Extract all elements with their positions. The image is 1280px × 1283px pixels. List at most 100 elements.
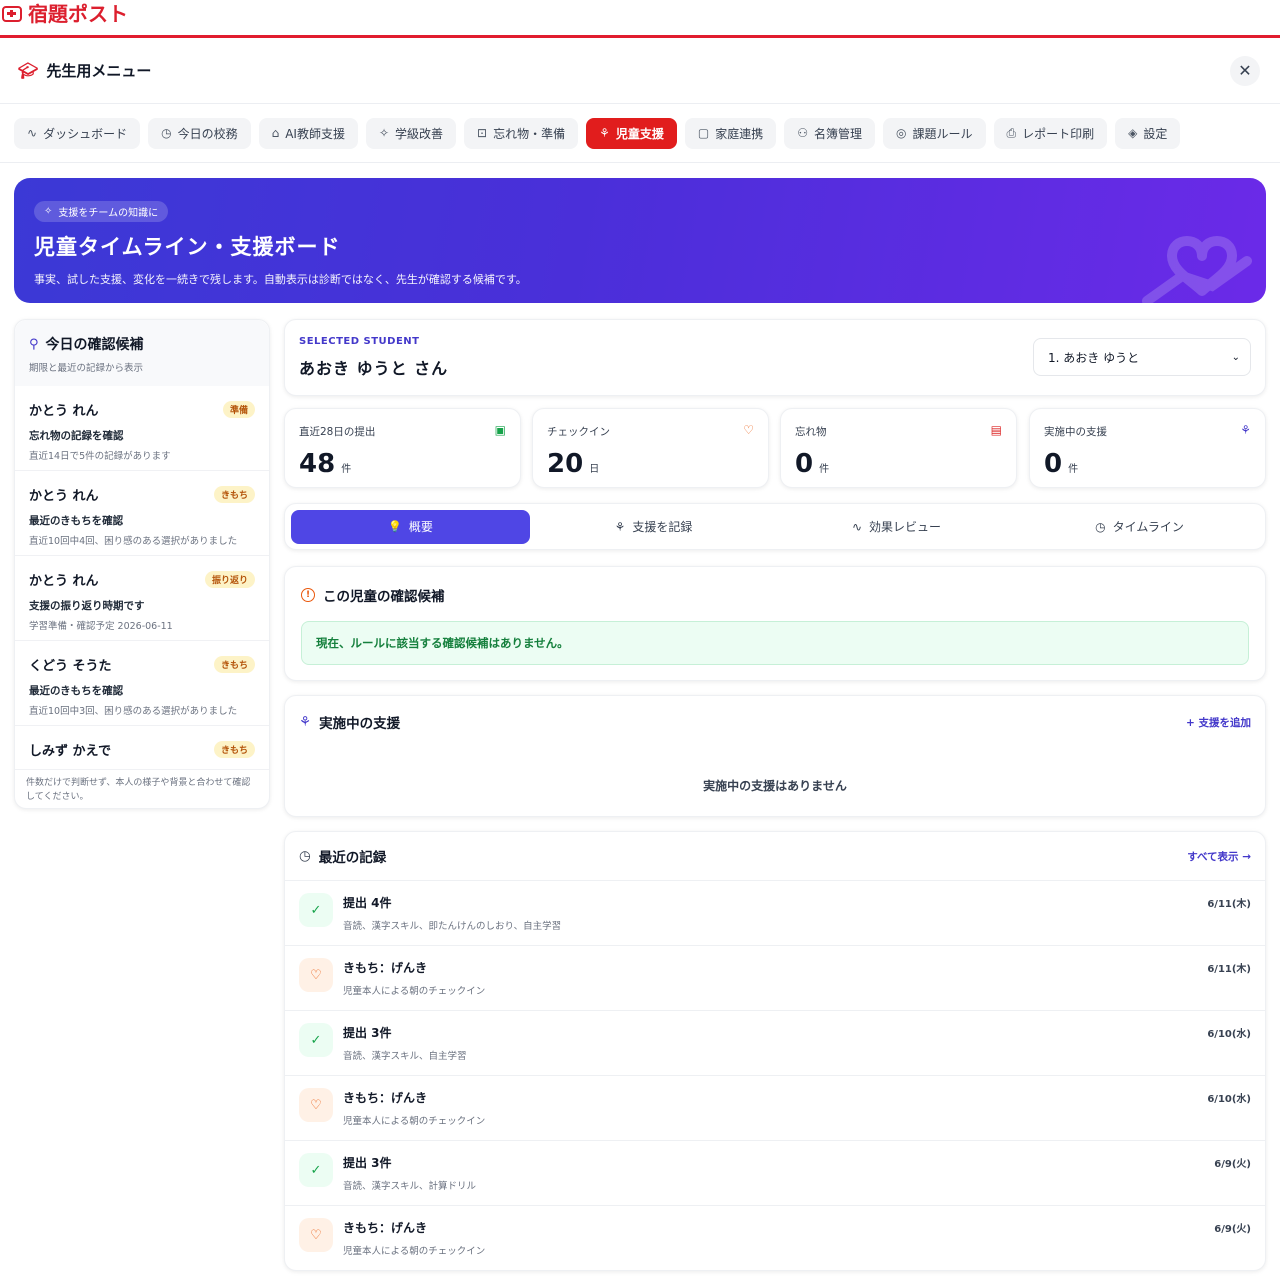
heart-hand-icon [1142, 236, 1252, 303]
stat-unit: 日 [589, 464, 600, 475]
stat-unit: 件 [819, 464, 830, 475]
candidate-tag: 振り返り [204, 571, 255, 588]
record-date: 6/10(水) [1207, 1029, 1251, 1040]
student-check-card: ! この児童の確認候補 現在、ルールに該当する確認候補はありません。 [284, 566, 1266, 681]
candidate-item[interactable]: かとう れん きもち 最近のきもちを確認 直近10回中4回、困り感のある選択があり… [15, 471, 269, 556]
tab-label: 支援を記録 [632, 520, 693, 534]
graduation-cap-icon: 🎓︎ [18, 61, 39, 80]
candidate-detail: 直近10回中4回、困り感のある選択がありました [29, 536, 238, 547]
stat-card-forgotten: 忘れ物 ▤ 0件 [780, 408, 1017, 488]
student-tabs: 💡 概要 ⚘ 支援を記録 ∿ 効果レビュー ◷ タイムライン [284, 503, 1266, 550]
record-row[interactable]: ✓ 提出 3件 音読、漢字スキル、自主学習 6/10(水) [285, 1010, 1265, 1075]
selected-student-card: SELECTED STUDENT あおき ゆうと さん 1. あおき ゆうと ⌄ [284, 319, 1266, 396]
tab-effect-review[interactable]: ∿ 効果レビュー [777, 510, 1016, 544]
record-title: 提出 3件 [343, 1026, 392, 1040]
printer-icon: ⎙ [1006, 125, 1017, 140]
record-date: 6/10(水) [1207, 1094, 1251, 1105]
menu-title-text: 先生用メニュー [46, 62, 152, 80]
record-date: 6/11(木) [1207, 964, 1251, 975]
nav-tab-report-print[interactable]: ⎙ レポート印刷 [993, 117, 1108, 149]
handshake-icon: ⚘ [1240, 423, 1251, 437]
nav-tab-label: AI教師支援 [285, 126, 345, 141]
menu-title: 🎓︎ 先生用メニュー [18, 60, 151, 81]
stat-label: 実施中の支援 [1044, 426, 1107, 438]
recent-records-title: ◷ 最近の記録 [299, 846, 386, 866]
active-support-card: ⚘ 実施中の支援 + 支援を追加 実施中の支援はありません [284, 695, 1266, 817]
nav-tab-label: 名簿管理 [814, 126, 863, 141]
record-row[interactable]: ✓ 提出 4件 音読、漢字スキル、即たんけんのしおり、自主学習 6/11(木) [285, 880, 1265, 945]
candidates-header: ⚲ 今日の確認候補 期限と最近の記録から表示 [15, 320, 269, 386]
add-support-link[interactable]: + 支援を追加 [1186, 715, 1251, 730]
handshake-icon: ⚘ [299, 714, 312, 730]
history-icon: ◷ [299, 848, 311, 864]
shield-icon: ◈ [1128, 126, 1138, 140]
backpack-icon: ⊡ [477, 126, 488, 140]
nav-tab-label: 今日の校務 [177, 126, 238, 141]
record-date: 6/9(火) [1214, 1159, 1251, 1170]
hero-badge-text: 支援をチームの知識に [58, 208, 159, 219]
record-row[interactable]: ♡ きもち：げんき 児童本人による朝のチェックイン 6/10(水) [285, 1075, 1265, 1140]
record-detail: 児童本人による朝のチェックイン [343, 986, 486, 997]
candidate-item[interactable]: かとう れん 準備 忘れ物の記録を確認 直近14日で5件の記録があります [15, 386, 269, 471]
record-title: きもち：げんき [343, 1221, 428, 1235]
record-title: 提出 3件 [343, 1156, 392, 1170]
candidate-item[interactable]: しみず かえで きもち [15, 726, 269, 770]
nav-tab-dashboard[interactable]: ∿ ダッシュボード [14, 117, 141, 149]
candidate-name: しみず かえで [29, 744, 112, 759]
stat-card-checkin: チェックイン ♡ 20 日 [532, 408, 769, 488]
candidate-reason: 最近のきもちを確認 [29, 515, 124, 527]
nav-tab-today-tasks[interactable]: ◷ 今日の校務 [148, 117, 251, 149]
users-icon: ⚇ [797, 126, 809, 140]
nav-tab-forgotten-items[interactable]: ⊡ 忘れ物・準備 [464, 117, 579, 149]
show-all-link[interactable]: すべて表示 → [1187, 849, 1251, 864]
candidate-item[interactable]: くどう そうた きもち 最近のきもちを確認 直近10回中3回、困り感のある選択があ… [15, 641, 269, 726]
stat-label: 忘れ物 [795, 426, 827, 438]
nav-tabs: ∿ ダッシュボード ◷ 今日の校務 ⌂ AI教師支援 ✧ 学級改善 ⊡ 忘れ物・準備 ⚘ 児… [0, 104, 1280, 163]
heart-pulse-icon: ♡ [299, 1088, 333, 1122]
candidate-reason: 支援の振り返り時期です [29, 600, 145, 612]
tab-overview[interactable]: 💡 概要 [291, 509, 530, 544]
candidates-subtitle: 期限と最近の記録から表示 [29, 363, 144, 374]
nav-tab-settings[interactable]: ◈ 設定 [1115, 117, 1181, 149]
candidate-name: かとう れん [29, 489, 99, 504]
chevron-down-icon: ⌄ [1231, 351, 1240, 363]
close-button[interactable]: ✕ [1230, 55, 1260, 86]
record-date: 6/11(木) [1207, 899, 1251, 910]
nav-tab-label: 児童支援 [615, 126, 664, 141]
tab-record-support[interactable]: ⚘ 支援を記録 [534, 510, 773, 544]
candidate-detail: 直近14日で5件の記録があります [29, 451, 171, 462]
clipboard-check-icon: ▣ [494, 423, 506, 437]
record-row[interactable]: ♡ きもち：げんき 児童本人による朝のチェックイン 6/9(火) [285, 1205, 1265, 1270]
handshake-icon: ⚘ [614, 519, 626, 534]
record-row[interactable]: ♡ きもち：げんき 児童本人による朝のチェックイン 6/11(木) [285, 945, 1265, 1010]
activity-icon: ∿ [851, 519, 863, 534]
menu-header: 🎓︎ 先生用メニュー ✕ [0, 38, 1280, 104]
candidate-tag: 準備 [222, 401, 255, 418]
nav-tab-roster[interactable]: ⚇ 名簿管理 [784, 117, 876, 149]
nav-tab-home-contact[interactable]: ▢ 家庭連携 [684, 117, 777, 149]
active-support-title: ⚘ 実施中の支援 [299, 712, 400, 732]
nav-tab-label: 設定 [1143, 126, 1168, 141]
stat-label: チェックイン [547, 426, 610, 438]
message-icon: ▢ [697, 126, 710, 140]
brand[interactable]: 宿題ポスト [2, 2, 128, 26]
nav-tab-label: 課題ルール [912, 126, 973, 141]
candidates-title-text: 今日の確認候補 [45, 337, 144, 353]
student-select[interactable]: 1. あおき ゆうと ⌄ [1033, 338, 1251, 376]
nav-tab-ai-support[interactable]: ⌂ AI教師支援 [258, 117, 358, 149]
post-box-icon [2, 6, 22, 22]
nav-tab-student-support[interactable]: ⚘ 児童支援 [586, 117, 677, 149]
student-check-title-text: この児童の確認候補 [323, 589, 445, 605]
recent-records-card: ◷ 最近の記録 すべて表示 → ✓ 提出 4件 音読、漢字スキル、即たんけんのしお… [284, 831, 1266, 1271]
nav-tab-class-improvement[interactable]: ✧ 学級改善 [365, 117, 457, 149]
nav-tab-task-rules[interactable]: ◎ 課題ルール [883, 117, 986, 149]
tab-timeline[interactable]: ◷ タイムライン [1020, 510, 1259, 544]
candidate-tag: きもち [213, 741, 255, 758]
hero-badge: ✧ 支援をチームの知識に [34, 201, 169, 222]
stat-value: 0 [1044, 449, 1063, 479]
candidate-reason: 最近のきもちを確認 [29, 685, 124, 697]
candidate-item[interactable]: かとう れん 振り返り 支援の振り返り時期です 学習準備・確認予定 2026-06… [15, 556, 269, 641]
tab-label: タイムライン [1112, 520, 1184, 534]
record-row[interactable]: ✓ 提出 3件 音読、漢字スキル、計算ドリル 6/9(火) [285, 1140, 1265, 1205]
stat-label: 直近28日の提出 [299, 426, 376, 438]
